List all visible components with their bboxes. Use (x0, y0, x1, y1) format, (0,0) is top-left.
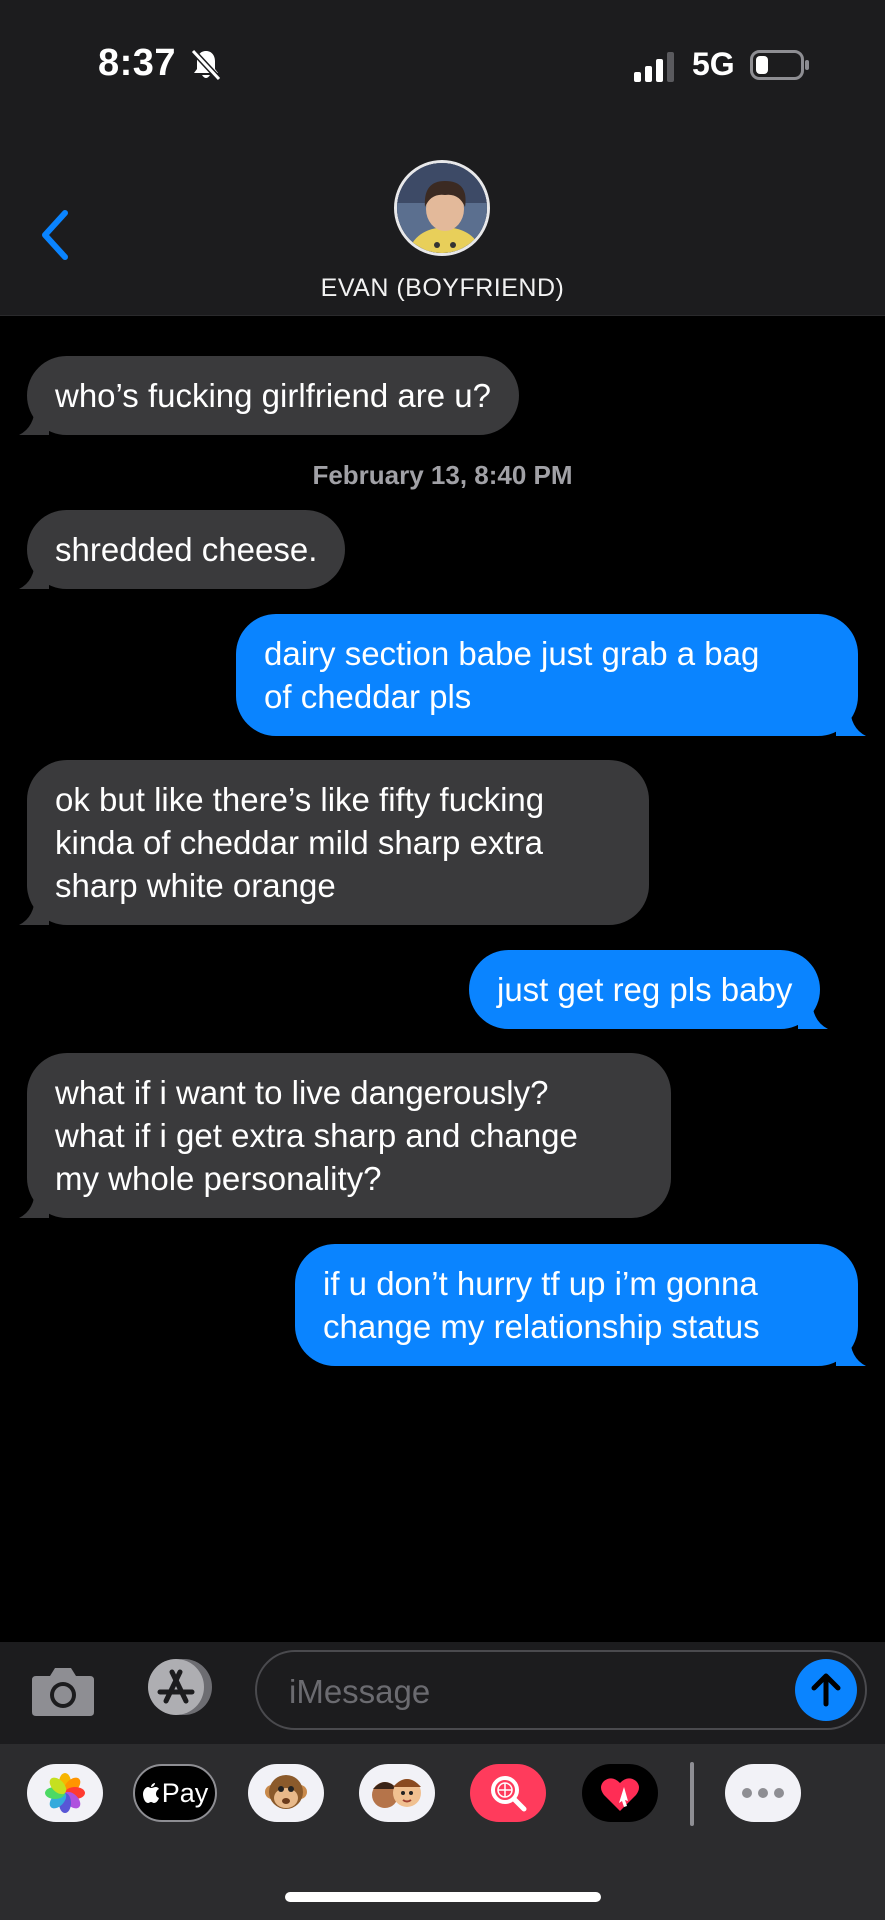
memoji-stickers-icon (372, 1779, 421, 1808)
imessage-app-drawer: Pay (0, 1744, 885, 1920)
back-button[interactable] (30, 200, 80, 270)
send-button[interactable] (795, 1659, 857, 1721)
message-timestamp: February 13, 8:40 PM (312, 460, 573, 490)
send-arrow-icon (811, 1673, 841, 1707)
message-bubble-incoming[interactable]: what if i want to live dangerously? what… (19, 1053, 671, 1218)
chevron-left-icon (42, 210, 68, 260)
digital-touch-button[interactable] (582, 1764, 658, 1822)
bubble-tail (19, 405, 49, 435)
apple-pay-button[interactable]: Pay (133, 1764, 217, 1822)
digital-touch-icon (601, 1778, 639, 1811)
network-type: 5G (692, 46, 735, 82)
message-bubble-outgoing[interactable]: just get reg pls baby (469, 950, 829, 1029)
message-text-line: what if i get extra sharp and change (55, 1117, 578, 1154)
bubble-tail (836, 706, 866, 736)
message-bubble-incoming[interactable]: ok but like there’s like fifty fucking k… (19, 760, 649, 925)
message-input-bar (0, 1642, 885, 1744)
apple-logo-icon (142, 1783, 159, 1803)
more-icon (742, 1788, 784, 1798)
message-text-line: if u don’t hurry tf up i’m gonna (323, 1265, 758, 1302)
message-text-line: ok but like there’s like fifty fucking (55, 781, 545, 818)
conversation-header: 8:37 5G EVAN (BOYFRIEND) (0, 0, 885, 316)
app-store-button[interactable] (142, 1656, 218, 1718)
message-text: shredded cheese. (55, 531, 318, 568)
drawer-separator (690, 1762, 694, 1826)
cellular-signal-icon (634, 52, 674, 82)
contact-name[interactable]: EVAN (BOYFRIEND) (0, 274, 885, 303)
message-text: who’s fucking girlfriend are u? (55, 377, 491, 414)
bell-slash-icon (190, 48, 222, 82)
bubble-tail (836, 1336, 866, 1366)
photos-app-button[interactable] (27, 1764, 103, 1822)
message-text-line: change my relationship status (323, 1308, 760, 1345)
app-store-icon (148, 1659, 212, 1715)
camera-icon (32, 1668, 94, 1716)
message-text-line: of cheddar pls (264, 678, 472, 715)
imessage-field[interactable] (255, 1650, 867, 1730)
animoji-app-button[interactable] (248, 1764, 324, 1822)
battery-icon (750, 50, 809, 80)
message-bubble-incoming[interactable]: shredded cheese. (19, 510, 346, 589)
status-time: 8:37 (98, 42, 177, 84)
bubble-tail (19, 559, 49, 589)
message-bubble-outgoing[interactable]: if u don’t hurry tf up i’m gonna change … (295, 1244, 866, 1366)
more-apps-button[interactable] (725, 1764, 801, 1822)
message-text-line: sharp white orange (55, 867, 336, 904)
bubble-tail (19, 895, 49, 925)
message-bubble-incoming[interactable]: who’s fucking girlfriend are u? (19, 356, 519, 435)
bubble-tail (798, 999, 829, 1029)
message-text: just get reg pls baby (497, 971, 793, 1008)
memoji-stickers-button[interactable] (359, 1764, 435, 1822)
photos-icon (45, 1773, 85, 1813)
contact-avatar[interactable] (394, 160, 490, 256)
bubble-tail (19, 1188, 49, 1218)
message-input[interactable] (289, 1670, 789, 1714)
message-bubble-outgoing[interactable]: dairy section babe just grab a bag of ch… (236, 614, 866, 736)
image-search-button[interactable] (470, 1764, 546, 1822)
home-indicator[interactable] (285, 1892, 601, 1902)
monkey-memoji-icon (265, 1775, 307, 1809)
message-text-line: kinda of cheddar mild sharp extra (55, 824, 543, 861)
message-text-line: my whole personality? (55, 1160, 382, 1197)
message-text-line: dairy section babe just grab a bag (264, 635, 760, 672)
apple-pay-label: Pay (161, 1777, 209, 1808)
message-text-line: what if i want to live dangerously? (55, 1074, 549, 1111)
camera-button[interactable] (30, 1662, 96, 1718)
image-search-icon (491, 1776, 527, 1812)
